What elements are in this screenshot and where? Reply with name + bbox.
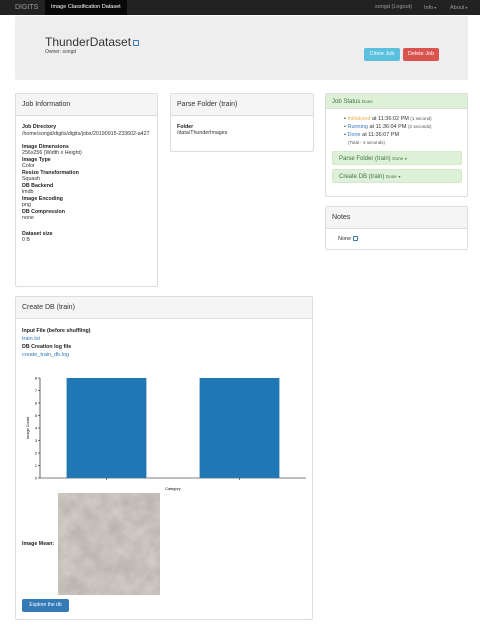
job-status-title: Job Status xyxy=(332,99,361,105)
y-tick-label: 6 xyxy=(35,401,37,405)
delete-job-button[interactable]: Delete Job xyxy=(403,48,439,61)
event-state: Done xyxy=(347,132,361,138)
bar xyxy=(66,378,147,478)
image-mean-label: Image Mean: xyxy=(22,541,55,547)
parse-folder-panel: Parse Folder (train) Folder /data/Thunde… xyxy=(170,93,314,152)
clone-job-button[interactable]: Clone Job xyxy=(364,48,400,61)
y-tick-label: 2 xyxy=(35,451,37,455)
field-value: /home/songd/digits/digits/jobs/20190915-… xyxy=(22,131,150,137)
owner-text: Owner: songd xyxy=(45,49,77,55)
folder-value: /data/ThunderImages xyxy=(177,130,228,136)
event-time: at 11:36:07 PM xyxy=(362,132,400,138)
y-axis-label: Image Count xyxy=(26,416,30,439)
subtask-state: Done xyxy=(386,174,397,179)
event-duration: (3 seconds) xyxy=(407,124,432,129)
navbar: DIGITS Image Classification Dataset song… xyxy=(0,0,480,15)
notes-body: None xyxy=(326,229,467,242)
caret-down-icon: ▾ xyxy=(464,5,468,10)
subtask-parse-folder[interactable]: Parse Folder (train) Done ▾ xyxy=(332,151,462,165)
dataset-title: ThunderDataset xyxy=(45,35,140,49)
status-events: • Initialized at 11:36:02 PM (1 second) … xyxy=(326,109,467,147)
image-mean-thumbnail xyxy=(58,493,160,595)
job-status-heading: Job Status Done xyxy=(326,94,467,109)
dataset-title-text: ThunderDataset xyxy=(45,35,132,49)
y-tick-label: 3 xyxy=(35,439,37,443)
y-tick-label: 7 xyxy=(35,389,37,393)
caret-down-icon: ▾ xyxy=(398,174,401,179)
job-info-body: Job Directory /home/songd/digits/digits/… xyxy=(16,116,157,243)
event-state: Initialized xyxy=(347,116,371,122)
status-total: (Total - 4 seconds) xyxy=(348,140,386,145)
subtask-create-db[interactable]: Create DB (train) Done ▾ xyxy=(332,169,462,183)
bar xyxy=(199,378,280,478)
y-tick-label: 4 xyxy=(35,426,37,430)
event-time: at 11:36:04 PM xyxy=(369,124,407,130)
y-tick-label: 0 xyxy=(35,476,37,480)
input-file-label: Input File (before shuffling) xyxy=(22,328,91,334)
edit-icon[interactable] xyxy=(133,39,140,46)
subtask-state: Done xyxy=(392,156,404,161)
job-status-state: Done xyxy=(362,99,373,104)
info-menu-label: Info xyxy=(424,5,434,11)
field-value: lmdb xyxy=(22,189,34,195)
info-menu[interactable]: Info ▾ xyxy=(424,0,436,15)
create-db-heading: Create DB (train) xyxy=(16,297,312,319)
notes-value: None xyxy=(338,236,352,242)
notes-panel: Notes None xyxy=(325,206,468,250)
status-event: • Done at 11:36:07 PM xyxy=(344,132,400,138)
event-duration: (1 second) xyxy=(410,116,432,121)
x-axis-label: Category xyxy=(165,487,181,491)
caret-down-icon: ▾ xyxy=(433,5,437,10)
field-value: 256x256 (Width x Height) xyxy=(22,150,82,156)
job-information-panel: Job Information Job Directory /home/song… xyxy=(15,93,158,287)
parse-folder-heading: Parse Folder (train) xyxy=(171,94,313,116)
field-value: Color xyxy=(22,163,35,169)
log-file-label: DB Creation log file xyxy=(22,344,72,350)
input-file-link[interactable]: train.txt xyxy=(22,335,306,343)
image-count-chart: 0 1 2 3 4 5 6 7 8 Category Image Count xyxy=(26,376,306,491)
explore-db-button[interactable]: Explore the db xyxy=(22,599,69,612)
event-time: at 11:36:02 PM xyxy=(371,116,409,122)
brand-link[interactable]: DIGITS xyxy=(15,0,38,15)
field-value: 0 B xyxy=(22,237,30,243)
about-menu-label: About xyxy=(450,5,465,11)
field-value: png xyxy=(22,202,31,208)
status-event: • Running at 11:36:04 PM (3 seconds) xyxy=(344,124,432,130)
subtask-label: Create DB (train) xyxy=(339,174,385,180)
log-file-link[interactable]: create_train_db.log xyxy=(22,351,306,359)
notes-heading: Notes xyxy=(326,207,467,229)
job-information-heading: Job Information xyxy=(16,94,157,116)
event-state: Running xyxy=(347,124,368,130)
nav-tab-dataset[interactable]: Image Classification Dataset xyxy=(45,0,127,15)
y-tick-label: 5 xyxy=(35,414,37,418)
caret-down-icon: ▾ xyxy=(404,156,407,161)
y-tick-label: 1 xyxy=(35,464,37,468)
y-tick-label: 8 xyxy=(35,376,37,380)
user-logout-link[interactable]: songd (Logout) xyxy=(375,0,412,15)
field-value: Squash xyxy=(22,176,40,182)
subtask-label: Parse Folder (train) xyxy=(339,156,391,162)
status-event: • Initialized at 11:36:02 PM (1 second) xyxy=(344,116,432,122)
edit-notes-icon[interactable] xyxy=(353,236,359,242)
about-menu[interactable]: About ▾ xyxy=(450,0,468,15)
